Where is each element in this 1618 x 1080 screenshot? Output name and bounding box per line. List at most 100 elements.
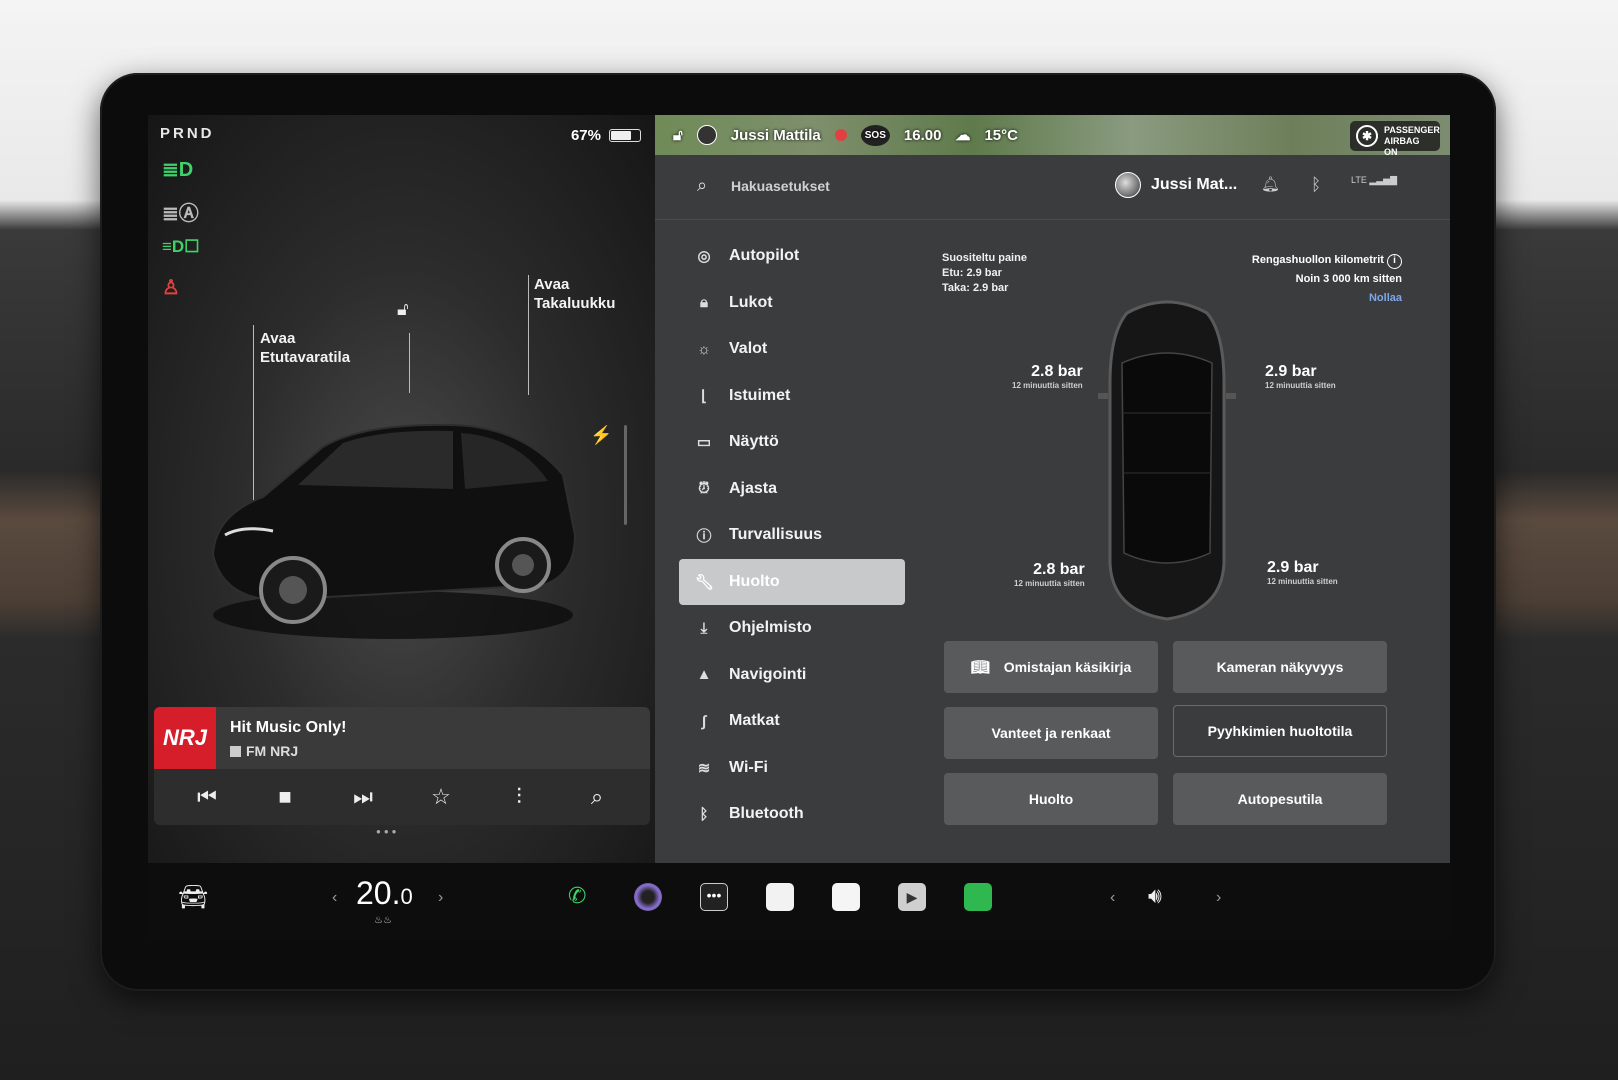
car-status-pane: PRND 67% ≣D ≣Ⓐ ≡D☐ ♙ Avaa Etutavaratila … <box>148 115 655 863</box>
battery-percent: 67% <box>570 127 601 144</box>
outside-temperature: 15°C <box>984 126 1018 144</box>
notepad-icon[interactable] <box>766 883 794 911</box>
open-trunk-label[interactable]: Avaa Takaluukku <box>534 275 615 313</box>
pane-resize-handle[interactable] <box>624 425 627 525</box>
volume-icon[interactable]: 🔊︎ <box>1148 883 1162 909</box>
seatbelt-warning-icon: ♙ <box>162 277 180 299</box>
temp-decrease-chevron-icon[interactable]: ‹ <box>332 889 337 907</box>
volume-down-chevron-icon[interactable]: ‹ <box>1110 889 1115 907</box>
service-button[interactable]: Huolto <box>944 773 1158 825</box>
tire-front-right: 2.9 bar 12 minuuttia sitten <box>1265 363 1336 390</box>
trunk-pointer-line <box>528 275 529 395</box>
volume-up-chevron-icon[interactable]: › <box>1216 889 1221 907</box>
lock-icon: 🔒︎ <box>700 294 708 312</box>
auto-high-beam-icon: ≣Ⓐ <box>162 203 199 225</box>
sidebar-item-navigation[interactable]: ▲ Navigointi <box>679 652 905 699</box>
bell-icon[interactable]: 🔔︎ <box>1261 175 1280 193</box>
wheels-tires-button[interactable]: Vanteet ja renkaat <box>944 707 1158 759</box>
sidebar-item-locks[interactable]: 🔒︎ Lukot <box>679 280 905 327</box>
unlock-status-icon[interactable]: 🔓︎ <box>673 127 683 144</box>
driver-avatar[interactable] <box>696 125 717 145</box>
media-player: NRJ Hit Music Only! FM NRJ ⏮ ■ ⏭ ☆ ⫶ ⌕ <box>154 707 650 825</box>
charge-port-icon[interactable]: ⚡ <box>590 425 612 446</box>
recommended-pressure: Suositeltu paine Etu: 2.9 bar Taka: 2.9 … <box>942 252 1027 294</box>
sidebar-item-safety[interactable]: ⓘ Turvallisuus <box>679 512 905 559</box>
tire-rear-right: 2.9 bar 12 minuuttia sitten <box>1267 559 1338 586</box>
temp-increase-chevron-icon[interactable]: › <box>438 889 443 907</box>
display-icon: ▭ <box>696 434 712 452</box>
car-icon[interactable]: 🚘︎ <box>178 883 208 912</box>
sidebar-item-display[interactable]: ▭ Näyttö <box>679 419 905 466</box>
media-source: FM NRJ <box>230 743 298 759</box>
driver-name[interactable]: Jussi Mattila <box>731 127 821 144</box>
settings-header: ⌕ Jussi Mat... 🔔︎ ᛒ LTE ▂▃▅▇ <box>655 155 1450 220</box>
open-frunk-label[interactable]: Avaa Etutavaratila <box>260 329 350 367</box>
stop-button[interactable]: ■ <box>265 784 305 810</box>
bluetooth-icon[interactable]: ᛒ <box>1311 175 1321 195</box>
calendar-icon[interactable] <box>832 883 860 911</box>
favorite-star-icon[interactable]: ☆ <box>421 784 461 810</box>
navigation-arrow-icon: ▲ <box>696 666 712 684</box>
station-logo: NRJ <box>154 707 216 769</box>
touchscreen: PRND 67% ≣D ≣Ⓐ ≡D☐ ♙ Avaa Etutavaratila … <box>148 115 1450 940</box>
cloud-icon: ☁ <box>955 127 971 144</box>
tire-rotation-info: Rengashuollon kilometrit i Noin 3 000 km… <box>1252 251 1402 308</box>
book-icon: 📖︎ <box>970 659 990 676</box>
wiper-service-mode-button[interactable]: Pyyhkimien huoltotila <box>1173 705 1387 757</box>
download-icon: ⤓ <box>700 619 708 637</box>
page-dots[interactable]: ●●● <box>376 827 400 836</box>
car-top-view <box>1098 300 1236 621</box>
sidebar-item-software[interactable]: ⤓ Ohjelmisto <box>679 605 905 652</box>
sidebar-item-service[interactable]: 🔧︎ Huolto <box>679 558 905 605</box>
sidebar-item-trips[interactable]: ∫ Matkat <box>679 698 905 745</box>
gear-selector: PRND <box>160 125 215 142</box>
sos-icon[interactable]: SOS <box>860 124 890 146</box>
tire-rear-left: 2.8 bar 12 minuuttia sitten <box>1014 561 1085 588</box>
equalizer-icon[interactable]: ⫶ <box>499 784 539 810</box>
lte-signal-icon: LTE ▂▃▅▇ <box>1351 175 1398 185</box>
sidebar-item-wifi[interactable]: ≋ Wi-Fi <box>679 745 905 792</box>
alarm-clock-icon: ⏰︎ <box>698 480 710 498</box>
settings-search-input[interactable] <box>731 175 1031 197</box>
camera-app-icon[interactable] <box>634 883 662 911</box>
more-apps-icon[interactable]: ••• <box>700 883 728 911</box>
avatar <box>1115 172 1141 198</box>
sidebar-item-bluetooth[interactable]: ᛒ Bluetooth <box>679 791 905 838</box>
sidebar-item-lights[interactable]: ☼ Valot <box>679 326 905 373</box>
media-title: Hit Music Only! <box>230 719 347 736</box>
car-wash-mode-button[interactable]: Autopesutila <box>1173 773 1387 825</box>
owners-manual-button[interactable]: 📖︎ Omistajan käsikirja <box>944 641 1158 693</box>
sidebar-item-schedule[interactable]: ⏰︎ Ajasta <box>679 466 905 513</box>
info-circle-icon: ⓘ <box>696 527 712 545</box>
lock-pointer-line <box>409 333 410 393</box>
info-icon[interactable]: i <box>1387 254 1402 269</box>
unlock-icon[interactable]: 🔓︎ <box>397 299 409 320</box>
next-track-button[interactable]: ⏭ <box>343 784 383 810</box>
settings-pane: ⌕ Jussi Mat... 🔔︎ ᛒ LTE ▂▃▅▇ ◎Autopilot … <box>655 155 1450 863</box>
sidebar-item-seats[interactable]: ⌊ Istuimet <box>679 373 905 420</box>
wrench-icon: 🔧︎ <box>695 573 715 591</box>
battery-status: 67% <box>571 127 641 144</box>
media-search-icon[interactable]: ⌕ <box>577 784 617 810</box>
camera-visibility-button[interactable]: Kameran näkyvyys <box>1173 641 1387 693</box>
sidebar-item-autopilot[interactable]: ◎ Autopilot <box>679 233 905 280</box>
search-icon[interactable]: ⌕ <box>697 175 707 196</box>
bottom-dock: 🚘︎ ‹ 20.0 ♨♨ › ✆ ••• ▶ ‹ 🔊︎ › <box>148 863 1450 940</box>
trips-icon: ∫ <box>701 712 707 730</box>
passenger-airbag-indicator: ✱ PASSENGER AIRBAG ON <box>1350 121 1440 157</box>
low-beam-icon: ≣D <box>162 159 194 181</box>
recording-icon[interactable] <box>834 129 847 141</box>
reset-link[interactable]: Nollaa <box>1252 289 1402 308</box>
user-profile[interactable]: Jussi Mat... <box>1115 172 1237 198</box>
seat-heater-icon[interactable]: ♨♨ <box>374 915 392 926</box>
cabin-temperature[interactable]: 20.0 <box>356 875 413 912</box>
previous-track-button[interactable]: ⏮ <box>187 784 227 810</box>
phone-icon[interactable]: ✆ <box>568 883 586 909</box>
energy-chart-icon[interactable] <box>964 883 992 911</box>
seat-icon: ⌊ <box>701 387 707 405</box>
map-status-bar: 🔓︎ Jussi Mattila SOS 16.00 ☁ 15°C ✱ PASS… <box>655 115 1450 157</box>
theater-icon[interactable]: ▶ <box>898 883 926 911</box>
tire-front-left: 2.8 bar 12 minuuttia sitten <box>1012 363 1083 390</box>
car-3d-model <box>211 423 577 639</box>
sun-icon: ☼ <box>697 340 711 358</box>
